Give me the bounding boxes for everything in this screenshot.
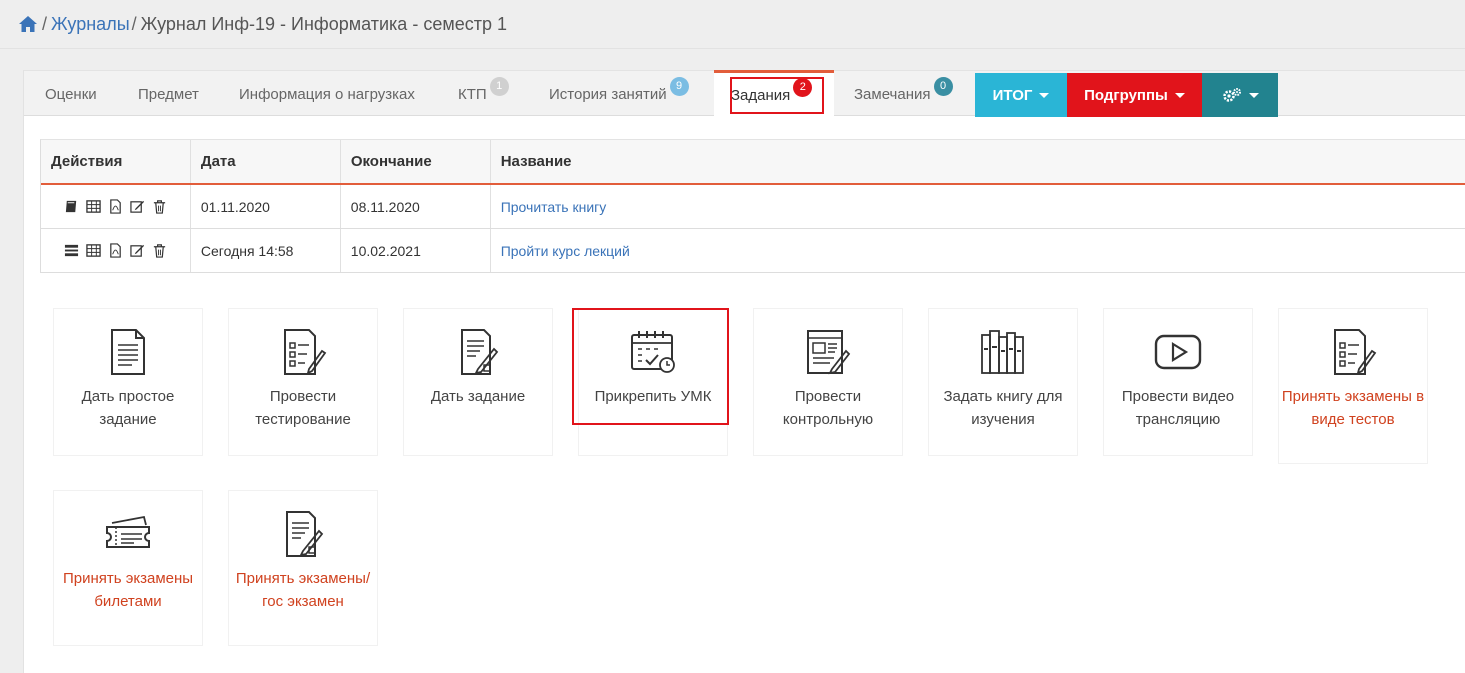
tab-remarks[interactable]: Замечания 0: [854, 71, 953, 117]
cell-date: 01.11.2020: [191, 185, 341, 228]
tab-lesson-history[interactable]: История занятий 9: [549, 71, 689, 117]
button-label: Подгруппы: [1084, 86, 1168, 104]
column-header: Окончание: [341, 140, 491, 183]
tab-badge: 9: [669, 76, 689, 96]
tab-badge: 0: [933, 76, 953, 96]
books-icon: [981, 330, 1024, 374]
tab-ktp[interactable]: КТП 1: [458, 71, 509, 117]
card-video-stream[interactable]: Провести видео трансляцию: [1103, 308, 1253, 456]
play-icon: [1154, 334, 1202, 370]
subgroups-dropdown-button[interactable]: Подгруппы: [1067, 73, 1202, 117]
tab-badge: 1: [489, 76, 509, 96]
column-header: Действия: [41, 140, 191, 183]
tab-workload-info[interactable]: Информация о нагрузках: [239, 71, 415, 117]
tab-label: Предмет: [138, 85, 199, 103]
breadcrumb-separator: /: [42, 13, 48, 34]
card-label: Провести контрольную: [782, 388, 874, 428]
tickets-icon: [106, 515, 150, 548]
cell-name: Пройти курс лекций: [491, 229, 1465, 272]
edit-icon[interactable]: [130, 243, 145, 258]
row-actions: [41, 185, 191, 228]
caret-down-icon: [1248, 92, 1259, 98]
table-header: Действия Дата Окончание Название: [41, 140, 1465, 185]
caret-down-icon: [1174, 92, 1185, 98]
card-label: Дать задание: [430, 388, 526, 405]
card-label: Провести видео трансляцию: [1121, 388, 1235, 428]
card-label: Принять экзамены/гос экзамен: [235, 570, 371, 610]
column-header: Дата: [191, 140, 341, 183]
card-control-work[interactable]: Провести контрольную: [753, 308, 903, 456]
card-assign-book[interactable]: Задать книгу для изучения: [928, 308, 1078, 456]
edit-icon[interactable]: [130, 199, 145, 214]
active-tab-highlight: [730, 77, 824, 114]
card-state-exam[interactable]: Принять экзамены/гос экзамен: [228, 490, 378, 646]
tab-label: История занятий: [549, 85, 667, 103]
card-exam-tickets[interactable]: Принять экзамены билетами: [53, 490, 203, 646]
breadcrumb-current: Журнал Инф-19 - Информатика - семестр 1: [140, 13, 507, 34]
book-icon[interactable]: [64, 199, 79, 214]
trash-icon[interactable]: [152, 243, 167, 258]
tab-label: Оценки: [45, 85, 97, 103]
button-label: ИТОГ: [992, 86, 1033, 104]
caret-down-icon: [1039, 92, 1050, 98]
tab-label: Информация о нагрузках: [239, 85, 415, 103]
table-row: Сегодня 14:58 10.02.2021 Пройти курс лек…: [41, 229, 1465, 273]
table-icon[interactable]: [86, 199, 101, 214]
card-give-task[interactable]: Дать задание: [403, 308, 553, 456]
tab-subject[interactable]: Предмет: [138, 71, 199, 117]
home-icon[interactable]: [18, 14, 38, 34]
tab-label: КТП: [458, 85, 487, 103]
settings-dropdown-button[interactable]: [1202, 73, 1278, 117]
pdf-icon[interactable]: [108, 199, 123, 214]
table-icon[interactable]: [86, 243, 101, 258]
card-simple-task[interactable]: Дать простое задание: [53, 308, 203, 456]
checklist-pen-icon: [284, 329, 327, 375]
card-label: Задать книгу для изучения: [943, 388, 1063, 428]
card-exam-tests[interactable]: Принять экзамены в виде тестов: [1278, 308, 1428, 464]
card-label: Принять экзамены билетами: [62, 570, 194, 610]
checklist-pen-icon: [1334, 329, 1377, 375]
assignment-link[interactable]: Пройти курс лекций: [501, 243, 630, 259]
row-actions: [41, 229, 191, 272]
document-pen-icon: [461, 329, 499, 375]
breadcrumb: / Журналы / Журнал Инф-19 - Информатика …: [18, 10, 507, 38]
breadcrumb-separator: /: [131, 13, 137, 34]
main-panel: Оценки Предмет Информация о нагрузках КТ…: [23, 70, 1465, 673]
divider: [0, 48, 1465, 49]
total-dropdown-button[interactable]: ИТОГ: [975, 73, 1067, 117]
tab-grades[interactable]: Оценки: [45, 71, 97, 117]
card-label: Принять экзамены в виде тестов: [1281, 388, 1425, 428]
card-label: Провести тестирование: [255, 388, 351, 428]
table-row: 01.11.2020 08.11.2020 Прочитать книгу: [41, 185, 1465, 229]
assignment-link[interactable]: Прочитать книгу: [501, 199, 607, 215]
breadcrumb-link-journals[interactable]: Журналы: [51, 14, 130, 35]
newspaper-pen-icon: [807, 330, 851, 375]
pdf-icon[interactable]: [108, 243, 123, 258]
list-icon[interactable]: [64, 243, 79, 258]
cell-date: Сегодня 14:58: [191, 229, 341, 272]
assignments-table: Действия Дата Окончание Название 01.11.2…: [40, 139, 1465, 273]
document-icon: [111, 329, 145, 375]
column-header: Название: [500, 153, 572, 170]
document-pen-icon: [286, 511, 324, 557]
cell-end-date: 08.11.2020: [341, 185, 491, 228]
cell-name: Прочитать книгу: [491, 185, 1465, 228]
gears-icon: [1222, 88, 1241, 102]
tab-bar: Оценки Предмет Информация о нагрузках КТ…: [24, 70, 1465, 117]
trash-icon[interactable]: [152, 199, 167, 214]
card-label: Дать простое задание: [81, 388, 175, 428]
cell-end-date: 10.02.2021: [341, 229, 491, 272]
tab-label: Замечания: [854, 85, 931, 103]
card-highlight: [572, 308, 729, 425]
card-testing[interactable]: Провести тестирование: [228, 308, 378, 456]
